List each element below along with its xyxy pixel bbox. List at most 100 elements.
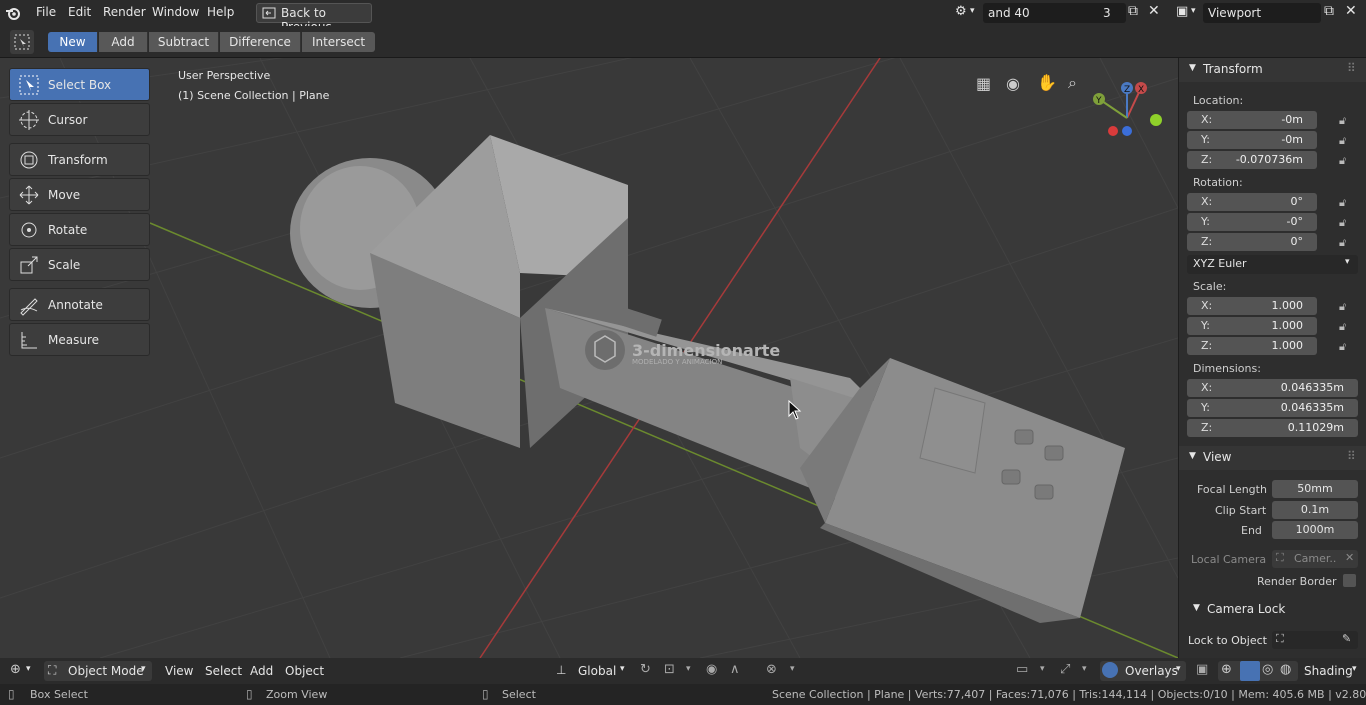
- menu-add[interactable]: Add: [250, 664, 273, 678]
- active-tool-button[interactable]: [10, 30, 34, 54]
- lock-icon[interactable]: 🔓︎: [1339, 320, 1351, 333]
- editor-type-dropdown[interactable]: ⊕ ▾: [8, 661, 38, 681]
- tool-rotate[interactable]: Rotate: [9, 213, 150, 246]
- new-view-layer-icon[interactable]: ⧉: [1324, 3, 1334, 19]
- editor-type-dropdown[interactable]: ▣ ▾: [1174, 3, 1202, 23]
- close-icon[interactable]: ✕: [1148, 3, 1160, 19]
- lock-icon[interactable]: 🔓︎: [1339, 134, 1351, 147]
- back-to-previous-button[interactable]: Back to Previous: [256, 3, 372, 34]
- scene-type-dropdown[interactable]: ⚙ ▾: [952, 3, 980, 23]
- location-x-field[interactable]: X: -0m: [1187, 111, 1317, 129]
- chevron-down-icon[interactable]: ▾: [686, 664, 691, 674]
- proportional-edit-icon[interactable]: ◉: [706, 662, 717, 677]
- menu-file[interactable]: File: [36, 5, 56, 19]
- tool-select-box[interactable]: Select Box: [9, 68, 150, 101]
- chevron-down-icon[interactable]: ▾: [1082, 664, 1087, 674]
- lock-icon[interactable]: 🔓︎: [1339, 114, 1351, 127]
- local-camera-field[interactable]: ⛶ Camer.. ✕: [1272, 550, 1358, 568]
- menu-help[interactable]: Help: [207, 5, 234, 19]
- scale-x-field[interactable]: X: 1.000: [1187, 297, 1317, 315]
- axis-y-label: Y:: [1201, 319, 1210, 332]
- scale-z-value: 1.000: [1271, 339, 1304, 352]
- mode-new-button[interactable]: New: [48, 32, 98, 52]
- lock-icon[interactable]: 🔓︎: [1339, 216, 1351, 229]
- transform-panel-header[interactable]: ▼ Transform ⠿: [1179, 58, 1366, 82]
- lock-to-object-field[interactable]: ⛶ ✎: [1272, 631, 1358, 649]
- falloff-icon[interactable]: ∧: [730, 662, 740, 677]
- solid-shading-icon[interactable]: [1240, 661, 1260, 681]
- axis-gizmo[interactable]: X Z Y: [1090, 76, 1170, 146]
- grid-toggle-icon[interactable]: ▦: [976, 74, 991, 93]
- camera-lock-subpanel-header[interactable]: ▼ Camera Lock: [1179, 598, 1366, 620]
- hand-pan-icon[interactable]: ✋: [1037, 73, 1057, 92]
- overlays-dropdown[interactable]: Overlays ▾: [1100, 661, 1186, 681]
- drag-handle-icon[interactable]: ⠿: [1347, 449, 1356, 463]
- lock-icon[interactable]: 🔓︎: [1339, 340, 1351, 353]
- wireframe-shading-icon[interactable]: ⊕: [1221, 662, 1232, 677]
- scene-icon: ⚙: [955, 4, 967, 19]
- tool-scale[interactable]: Scale: [9, 248, 150, 281]
- gizmo-transform-icon[interactable]: ⊗: [766, 662, 777, 677]
- close-icon[interactable]: ✕: [1345, 3, 1357, 19]
- rotation-z-field[interactable]: Z: 0°: [1187, 233, 1317, 251]
- rotation-y-field[interactable]: Y: -0°: [1187, 213, 1317, 231]
- view-layer-field[interactable]: Viewport: [1203, 3, 1321, 23]
- menu-view[interactable]: View: [165, 664, 193, 678]
- menu-object[interactable]: Object: [285, 664, 324, 678]
- tool-annotate[interactable]: Annotate: [9, 288, 150, 321]
- 3d-viewport[interactable]: 3-dimensionarte MODELADO Y ANIMACION Use…: [0, 58, 1178, 658]
- xray-icon[interactable]: ▣: [1196, 662, 1208, 677]
- chevron-down-icon[interactable]: ▾: [1040, 664, 1045, 674]
- new-scene-icon[interactable]: ⧉: [1128, 3, 1138, 19]
- blender-logo-icon[interactable]: [5, 5, 21, 21]
- dimensions-y-field[interactable]: Y: 0.046335m: [1187, 399, 1358, 417]
- menu-edit[interactable]: Edit: [68, 5, 91, 19]
- location-z-field[interactable]: Z: -0.070736m: [1187, 151, 1317, 169]
- gizmo-toggle-icon[interactable]: ⤢: [1060, 662, 1070, 677]
- menu-render[interactable]: Render: [103, 5, 146, 19]
- tool-cursor[interactable]: Cursor: [9, 103, 150, 136]
- zoom-icon[interactable]: ⌕: [1068, 73, 1077, 93]
- visibility-icon[interactable]: ▭: [1016, 662, 1028, 677]
- shading-dropdown[interactable]: Shading ▾: [1300, 661, 1362, 681]
- lock-icon[interactable]: 🔓︎: [1339, 236, 1351, 249]
- menu-select[interactable]: Select: [205, 664, 242, 678]
- rotation-x-field[interactable]: X: 0°: [1187, 193, 1317, 211]
- lock-icon[interactable]: 🔓︎: [1339, 300, 1351, 313]
- chevron-down-icon[interactable]: ▾: [790, 664, 795, 674]
- scene-name-field[interactable]: and 40 3: [983, 3, 1126, 23]
- tool-transform[interactable]: Transform: [9, 143, 150, 176]
- rotation-mode-dropdown[interactable]: XYZ Euler ▾: [1187, 255, 1358, 274]
- tool-move[interactable]: Move: [9, 178, 150, 211]
- rendered-shading-icon[interactable]: ◍: [1280, 662, 1291, 677]
- scale-y-field[interactable]: Y: 1.000: [1187, 317, 1317, 335]
- svg-text:Z: Z: [1124, 85, 1130, 95]
- mode-intersect-button[interactable]: Intersect: [302, 32, 375, 52]
- object-mode-dropdown[interactable]: ⛶ Object Mode ▾: [44, 661, 152, 681]
- render-border-checkbox[interactable]: [1343, 574, 1356, 587]
- close-icon[interactable]: ✕: [1345, 551, 1354, 564]
- menu-window[interactable]: Window: [152, 5, 199, 19]
- scale-z-field[interactable]: Z: 1.000: [1187, 337, 1317, 355]
- mode-add-button[interactable]: Add: [99, 32, 148, 52]
- pivot-icon[interactable]: ↻: [640, 662, 651, 677]
- camera-view-icon[interactable]: ◉: [1006, 74, 1020, 93]
- mode-difference-button[interactable]: Difference: [220, 32, 301, 52]
- dimensions-z-field[interactable]: Z: 0.11029m: [1187, 419, 1358, 437]
- lock-icon[interactable]: 🔓︎: [1339, 196, 1351, 209]
- orientation-dropdown[interactable]: ⊥ Global ▾: [554, 661, 632, 681]
- lock-icon[interactable]: 🔓︎: [1339, 154, 1351, 167]
- drag-handle-icon[interactable]: ⠿: [1347, 61, 1356, 75]
- clip-end-field[interactable]: 1000m: [1272, 521, 1358, 539]
- axis-y-label: Y:: [1201, 133, 1210, 146]
- dimensions-x-field[interactable]: X: 0.046335m: [1187, 379, 1358, 397]
- clip-start-field[interactable]: 0.1m: [1272, 501, 1358, 519]
- mode-subtract-button[interactable]: Subtract: [149, 32, 219, 52]
- focal-length-field[interactable]: 50mm: [1272, 480, 1358, 498]
- snap-icon[interactable]: ⊡: [664, 662, 675, 677]
- location-y-field[interactable]: Y: -0m: [1187, 131, 1317, 149]
- tool-measure[interactable]: Measure: [9, 323, 150, 356]
- view-panel-header[interactable]: ▼ View ⠿: [1179, 446, 1366, 470]
- material-shading-icon[interactable]: ◎: [1262, 662, 1273, 677]
- eyedropper-icon[interactable]: ✎: [1342, 632, 1351, 645]
